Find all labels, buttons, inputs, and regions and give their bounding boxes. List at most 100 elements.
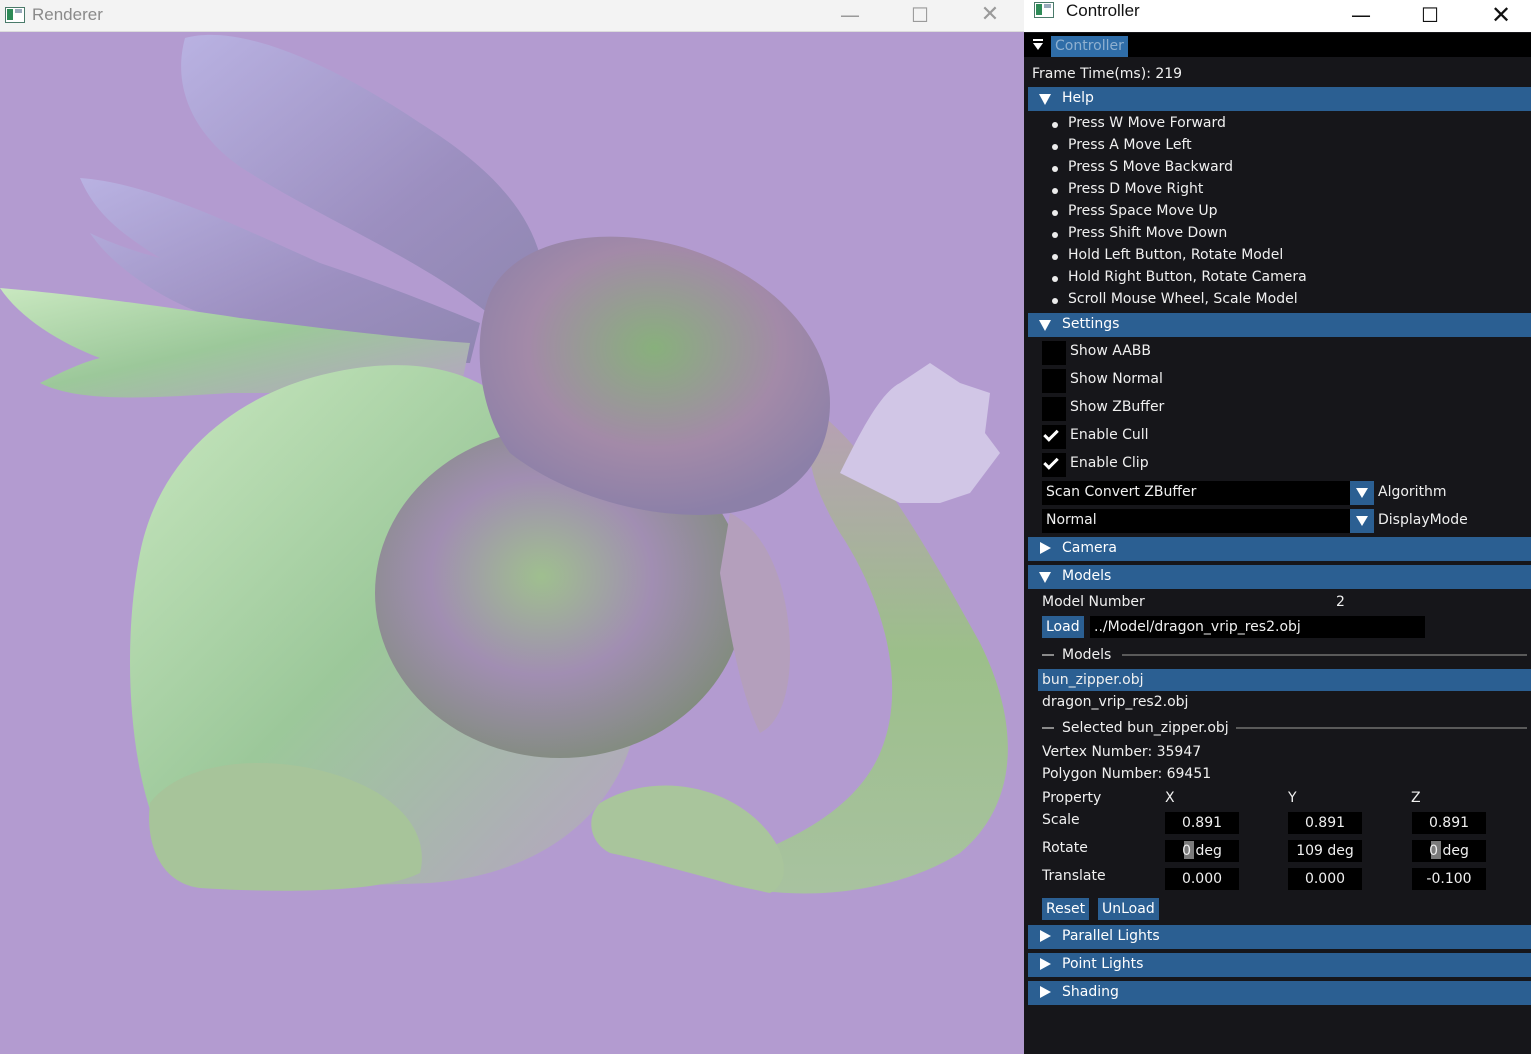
models-list-header: Models <box>1062 647 1112 663</box>
bullet-icon <box>1052 298 1058 304</box>
help-item-text: Press W Move Forward <box>1068 115 1226 131</box>
scale-z-input[interactable]: 0.891 <box>1412 812 1486 834</box>
point-lights-label: Point Lights <box>1062 956 1144 972</box>
polygon-number: Polygon Number: 69451 <box>1042 766 1212 782</box>
bullet-icon <box>1052 254 1058 260</box>
models-label: Models <box>1062 568 1112 584</box>
bullet-icon <box>1052 144 1058 150</box>
separator-line <box>1236 727 1527 729</box>
reset-button[interactable]: Reset <box>1042 898 1090 920</box>
help-item-text: Scroll Mouse Wheel, Scale Model <box>1068 291 1298 307</box>
close-icon[interactable]: ✕ <box>1471 0 1531 32</box>
algorithm-value: Scan Convert ZBuffer <box>1046 484 1197 500</box>
model-number-value: 2 <box>1336 594 1345 610</box>
point-lights-header[interactable]: Point Lights <box>1028 953 1531 977</box>
bullet-icon <box>1052 276 1058 282</box>
bullet-icon <box>1052 122 1058 128</box>
controller-title: Controller <box>1066 1 1140 20</box>
checkmark-icon <box>1043 426 1059 442</box>
display-mode-select[interactable]: Normal <box>1042 509 1374 533</box>
display-mode-label: DisplayMode <box>1378 512 1468 528</box>
checkbox-label: Enable Clip <box>1070 455 1149 471</box>
help-item-text: Hold Right Button, Rotate Camera <box>1068 269 1307 285</box>
list-item[interactable]: bun_zipper.obj <box>1042 671 1144 689</box>
checkbox-box[interactable] <box>1042 397 1066 421</box>
parallel-lights-label: Parallel Lights <box>1062 928 1160 944</box>
algorithm-label: Algorithm <box>1378 484 1447 500</box>
rotate-label: Rotate <box>1042 840 1088 856</box>
help-label: Help <box>1062 90 1094 106</box>
renderer-titlebar[interactable]: Renderer — ☐ ✕ <box>0 0 1024 32</box>
checkmark-icon <box>1043 454 1059 470</box>
separator-dash <box>1042 654 1054 656</box>
x-header: X <box>1165 790 1175 806</box>
shading-label: Shading <box>1062 984 1119 1000</box>
separator-dash <box>1042 727 1054 729</box>
load-button[interactable]: Load <box>1042 616 1084 638</box>
camera-header[interactable]: Camera <box>1028 537 1531 561</box>
shading-header[interactable]: Shading <box>1028 981 1531 1005</box>
y-header: Y <box>1288 790 1297 806</box>
help-item-text: Hold Left Button, Rotate Model <box>1068 247 1284 263</box>
checkbox-label: Enable Cull <box>1070 427 1149 443</box>
algorithm-select[interactable]: Scan Convert ZBuffer <box>1042 481 1374 505</box>
vertex-number: Vertex Number: 35947 <box>1042 744 1202 760</box>
expanded-arrow-icon <box>1039 320 1051 331</box>
dragon-claw-shape <box>591 785 784 893</box>
checkbox-label: Show AABB <box>1070 343 1151 359</box>
model-path-input[interactable]: ../Model/dragon_vrip_res2.obj <box>1090 616 1425 638</box>
dragon-arm-shape <box>720 513 790 733</box>
checkbox-box[interactable] <box>1042 453 1066 477</box>
checkbox-box[interactable] <box>1042 425 1066 449</box>
scale-y-input[interactable]: 0.891 <box>1288 812 1362 834</box>
translate-x-input[interactable]: 0.000 <box>1165 868 1239 890</box>
controller-window: Controller — ☐ ✕ Controller Frame Time(m… <box>1024 0 1531 1054</box>
checkbox-box[interactable] <box>1042 369 1066 393</box>
minimize-icon[interactable]: — <box>1331 0 1391 32</box>
rotate-y-slider[interactable]: 109 deg <box>1288 840 1362 862</box>
parallel-lights-header[interactable]: Parallel Lights <box>1028 925 1531 949</box>
help-header[interactable]: Help <box>1028 87 1531 111</box>
list-item[interactable]: dragon_vrip_res2.obj <box>1042 693 1188 711</box>
close-icon[interactable]: ✕ <box>960 0 1020 32</box>
panel-title[interactable]: Controller <box>1051 36 1128 57</box>
help-item-text: Press S Move Backward <box>1068 159 1234 175</box>
maximize-icon[interactable]: ☐ <box>890 0 950 32</box>
settings-header[interactable]: Settings <box>1028 313 1531 337</box>
unload-button[interactable]: UnLoad <box>1098 898 1159 920</box>
collapsed-arrow-icon <box>1040 986 1051 998</box>
renderer-window: Renderer — ☐ ✕ <box>0 0 1024 1054</box>
checkbox-box[interactable] <box>1042 341 1066 365</box>
scale-x-input[interactable]: 0.891 <box>1165 812 1239 834</box>
settings-label: Settings <box>1062 316 1120 332</box>
translate-label: Translate <box>1042 868 1106 884</box>
frame-time: Frame Time(ms): 219 <box>1032 66 1183 82</box>
minimize-icon[interactable]: — <box>820 0 880 32</box>
model-number-label: Model Number <box>1042 594 1145 610</box>
app-window-icon <box>1034 2 1054 18</box>
expanded-arrow-icon <box>1039 94 1051 105</box>
controller-titlebar[interactable]: Controller — ☐ ✕ <box>1024 0 1531 32</box>
bullet-icon <box>1052 210 1058 216</box>
models-header[interactable]: Models <box>1028 565 1531 589</box>
chevron-down-icon[interactable] <box>1350 509 1374 533</box>
rotate-x-value: 0 deg <box>1182 843 1222 859</box>
checkbox-label: Show Normal <box>1070 371 1163 387</box>
maximize-icon[interactable]: ☐ <box>1400 0 1460 32</box>
translate-z-input[interactable]: -0.100 <box>1412 868 1486 890</box>
collapsed-arrow-icon <box>1040 958 1051 970</box>
rotate-y-value: 109 deg <box>1296 843 1354 859</box>
controller-panel: Controller Frame Time(ms): 219 Help Pres… <box>1024 33 1531 1054</box>
translate-y-input[interactable]: 0.000 <box>1288 868 1362 890</box>
help-item-text: Press Space Move Up <box>1068 203 1218 219</box>
chevron-down-icon[interactable] <box>1350 481 1374 505</box>
rotate-x-slider[interactable]: 0 deg <box>1165 840 1239 862</box>
render-viewport[interactable] <box>0 33 1024 1054</box>
bullet-icon <box>1052 188 1058 194</box>
collapse-icon[interactable] <box>1032 38 1044 52</box>
dragon-tail-fin-shape <box>840 363 1000 503</box>
checkbox-label: Show ZBuffer <box>1070 399 1165 415</box>
renderer-title: Renderer <box>32 5 103 24</box>
rotate-z-slider[interactable]: 0 deg <box>1412 840 1486 862</box>
collapsed-arrow-icon <box>1040 930 1051 942</box>
